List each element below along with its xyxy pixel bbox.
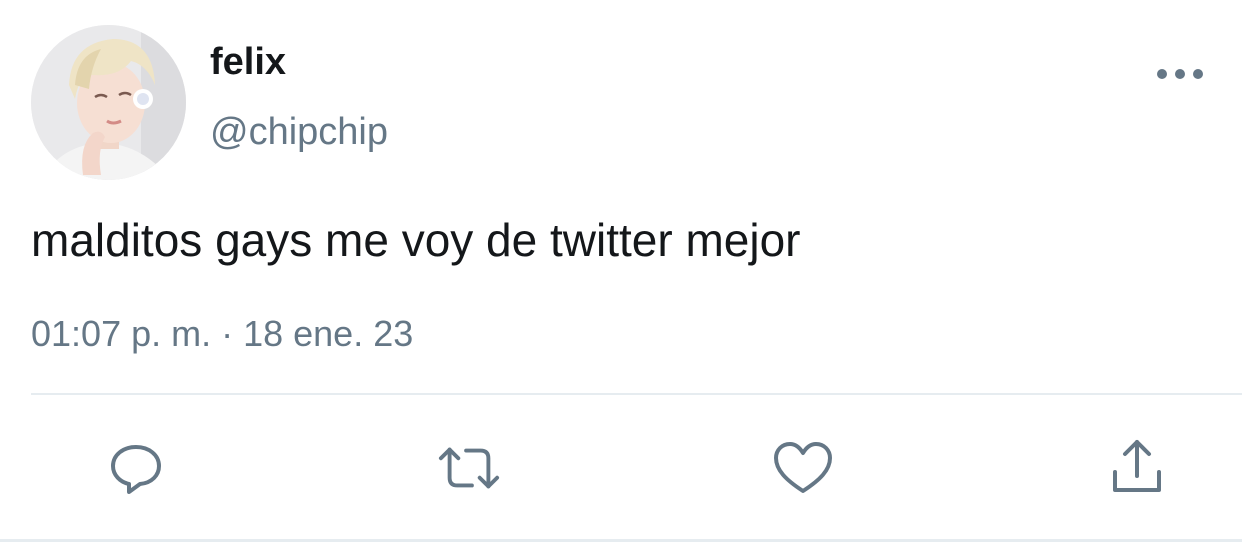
tweet-text: malditos gays me voy de twitter mejor <box>31 214 801 266</box>
retweet-icon <box>438 447 500 489</box>
share-icon <box>1113 440 1161 492</box>
heart-icon <box>774 442 832 493</box>
share-button[interactable] <box>1105 436 1169 500</box>
retweet-button[interactable] <box>437 436 501 500</box>
reply-button[interactable] <box>104 436 168 500</box>
avatar-image <box>31 25 186 180</box>
divider <box>31 393 1242 395</box>
reply-icon <box>111 445 161 494</box>
like-button[interactable] <box>771 436 835 500</box>
avatar[interactable] <box>31 25 186 180</box>
user-handle[interactable]: @chipchip <box>210 110 388 154</box>
tweet-timestamp[interactable]: 01:07 p. m. · 18 ene. 23 <box>31 312 413 356</box>
more-horizontal-icon <box>1157 69 1203 79</box>
more-options-button[interactable] <box>1152 56 1208 92</box>
bottom-divider <box>0 539 1242 542</box>
display-name[interactable]: felix <box>210 40 286 84</box>
tweet-card: felix @chipchip malditos gays me voy de … <box>0 0 1242 558</box>
